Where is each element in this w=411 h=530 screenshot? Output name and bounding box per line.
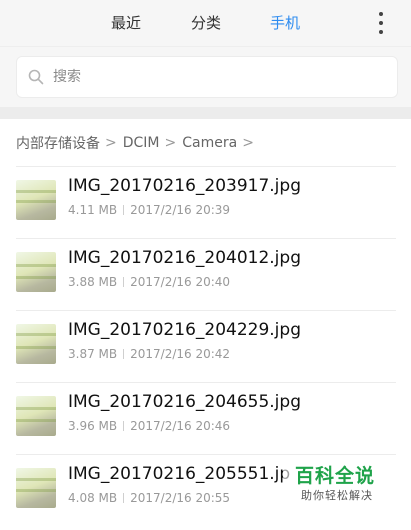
- breadcrumb-item-internal-storage[interactable]: 内部存储设备: [16, 133, 100, 153]
- file-list-item[interactable]: IMG_20170216_203917.jpg 4.11 MB 2017/2/16…: [0, 166, 411, 238]
- file-name: IMG_20170216_205551.jp: [68, 464, 291, 484]
- file-meta: 4.11 MB 2017/2/16 20:39: [68, 203, 230, 217]
- chevron-right-icon: >: [164, 135, 177, 151]
- file-size: 4.08 MB: [68, 491, 118, 505]
- watermark-title: 百科全说: [295, 465, 376, 487]
- tab-recent[interactable]: 最近: [96, 10, 156, 36]
- watermark-logo: 百科全说 助你轻松解决: [283, 457, 385, 507]
- more-menu-icon[interactable]: [372, 12, 390, 34]
- top-tab-bar: 最近 分类 手机: [0, 0, 411, 47]
- breadcrumb-item-dcim[interactable]: DCIM: [123, 135, 160, 151]
- file-date: 2017/2/16 20:46: [130, 419, 231, 433]
- search-placeholder: 搜索: [53, 69, 81, 85]
- file-name: IMG_20170216_204229.jpg: [68, 320, 301, 340]
- search-area: 搜索: [0, 47, 411, 107]
- search-icon: [28, 69, 44, 85]
- file-thumbnail: [16, 252, 56, 292]
- file-size: 3.96 MB: [68, 419, 118, 433]
- file-meta: 4.08 MB 2017/2/16 20:55: [68, 491, 230, 505]
- tab-category[interactable]: 分类: [176, 10, 236, 36]
- file-date: 2017/2/16 20:40: [130, 275, 231, 289]
- file-thumbnail: [16, 324, 56, 364]
- file-name: IMG_20170216_204012.jpg: [68, 248, 301, 268]
- file-name: IMG_20170216_203917.jpg: [68, 176, 301, 196]
- chevron-right-icon: >: [105, 135, 117, 151]
- chevron-right-icon: >: [242, 135, 254, 151]
- breadcrumb: 内部存储设备 > DCIM > Camera >: [16, 130, 260, 156]
- file-date: 2017/2/16 20:55: [130, 491, 231, 505]
- breadcrumb-item-camera[interactable]: Camera: [182, 135, 237, 151]
- file-size: 3.87 MB: [68, 347, 118, 361]
- section-divider: [0, 107, 411, 119]
- tab-phone[interactable]: 手机: [255, 10, 315, 36]
- file-thumbnail: [16, 468, 56, 508]
- file-meta: 3.88 MB 2017/2/16 20:40: [68, 275, 230, 289]
- file-name: IMG_20170216_204655.jpg: [68, 392, 301, 412]
- file-list-item[interactable]: IMG_20170216_204012.jpg 3.88 MB 2017/2/16…: [0, 238, 411, 310]
- file-date: 2017/2/16 20:42: [130, 347, 231, 361]
- watermark-subtitle: 助你轻松解决: [301, 489, 373, 502]
- file-size: 3.88 MB: [68, 275, 118, 289]
- file-thumbnail: [16, 396, 56, 436]
- search-input[interactable]: 搜索: [16, 56, 398, 98]
- file-list-item[interactable]: IMG_20170216_204655.jpg 3.96 MB 2017/2/16…: [0, 382, 411, 454]
- file-meta: 3.96 MB 2017/2/16 20:46: [68, 419, 230, 433]
- file-date: 2017/2/16 20:39: [130, 203, 231, 217]
- file-size: 4.11 MB: [68, 203, 118, 217]
- file-thumbnail: [16, 180, 56, 220]
- file-meta: 3.87 MB 2017/2/16 20:42: [68, 347, 230, 361]
- file-list-item[interactable]: IMG_20170216_204229.jpg 3.87 MB 2017/2/16…: [0, 310, 411, 382]
